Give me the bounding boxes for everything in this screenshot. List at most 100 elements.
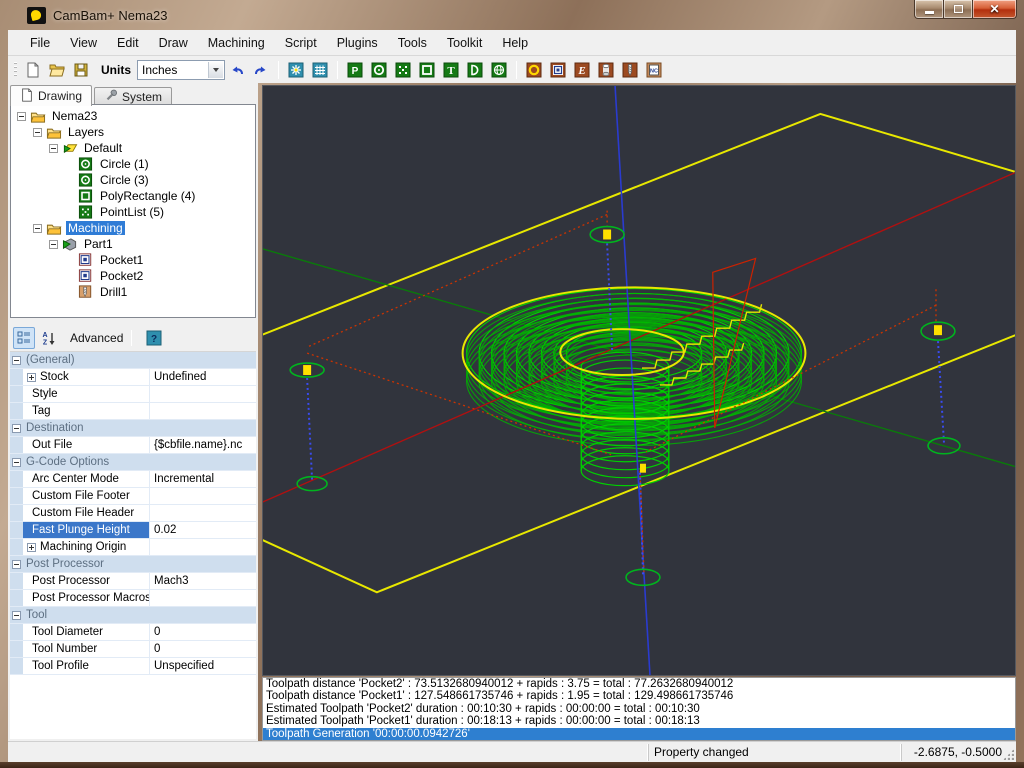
property-value[interactable]: 0 <box>150 624 256 640</box>
property-row[interactable]: Tool Number 0 <box>10 641 256 658</box>
property-value[interactable]: Undefined <box>150 369 256 385</box>
property-name[interactable]: Custom File Header <box>23 505 150 521</box>
log-line[interactable]: Toolpath distance 'Pocket1' : 127.548661… <box>263 690 1015 702</box>
menu-view[interactable]: View <box>60 33 107 53</box>
save-file-button[interactable] <box>70 59 92 81</box>
menu-help[interactable]: Help <box>492 33 538 53</box>
drawing-tree[interactable]: Nema23 Layers Default Circle (1) Circle … <box>10 104 256 318</box>
property-name[interactable]: Fast Plunge Height <box>23 522 150 538</box>
tree-item-pocket1[interactable]: Pocket1 <box>11 252 255 268</box>
property-name[interactable]: Arc Center Mode <box>23 471 150 487</box>
snap-grid-button[interactable] <box>309 59 331 81</box>
redo-button[interactable] <box>250 59 272 81</box>
property-value[interactable] <box>150 505 256 521</box>
property-row[interactable]: Post Processor Mach3 <box>10 573 256 590</box>
menu-plugins[interactable]: Plugins <box>327 33 388 53</box>
property-value[interactable]: Incremental <box>150 471 256 487</box>
menu-file[interactable]: File <box>20 33 60 53</box>
log-line[interactable]: Toolpath distance 'Pocket2' : 73.5132680… <box>263 678 1015 690</box>
log-line[interactable]: Toolpath Generation '00:00:00.0942726' <box>263 728 1015 740</box>
toolbar-grip[interactable] <box>14 62 17 78</box>
expand-icon[interactable] <box>27 543 36 552</box>
property-row[interactable]: Fast Plunge Height 0.02 <box>10 522 256 539</box>
op-engrave-button[interactable]: E <box>571 59 593 81</box>
log-line[interactable]: Estimated Toolpath 'Pocket1' duration : … <box>263 715 1015 727</box>
property-row[interactable]: Tag <box>10 403 256 420</box>
draw-polyline-button[interactable]: P <box>344 59 366 81</box>
collapse-icon[interactable] <box>49 144 58 153</box>
tree-item-circle-1-[interactable]: Circle (1) <box>11 156 255 172</box>
property-category[interactable]: (General) <box>10 352 256 369</box>
property-category[interactable]: Tool <box>10 607 256 624</box>
advanced-button[interactable]: Advanced <box>70 331 123 345</box>
menu-machining[interactable]: Machining <box>198 33 275 53</box>
menu-tools[interactable]: Tools <box>388 33 437 53</box>
draw-pointlist-button[interactable] <box>392 59 414 81</box>
collapse-icon[interactable] <box>12 424 21 433</box>
tree-item-default[interactable]: Default <box>11 140 255 156</box>
property-name[interactable]: Stock <box>23 369 150 385</box>
property-category[interactable]: G-Code Options <box>10 454 256 471</box>
property-name[interactable]: Tool Profile <box>23 658 150 674</box>
op-profile-button[interactable] <box>523 59 545 81</box>
property-name[interactable]: Style <box>23 386 150 402</box>
draw-surface-button[interactable] <box>488 59 510 81</box>
tree-item-machining[interactable]: Machining <box>11 220 255 236</box>
draw-arc-button[interactable] <box>464 59 486 81</box>
tree-item-pointlist-5-[interactable]: PointList (5) <box>11 204 255 220</box>
tree-item-part1[interactable]: Part1 <box>11 236 255 252</box>
categorized-view-button[interactable] <box>13 327 35 349</box>
property-name[interactable]: Post Processor <box>23 573 150 589</box>
op-drill-button[interactable] <box>619 59 641 81</box>
close-button[interactable]: ✕ <box>973 0 1017 19</box>
property-row[interactable]: Tool Profile Unspecified <box>10 658 256 675</box>
collapse-icon[interactable] <box>12 356 21 365</box>
collapse-icon[interactable] <box>17 112 26 121</box>
log-line[interactable]: Estimated Toolpath 'Pocket2' duration : … <box>263 703 1015 715</box>
property-row[interactable]: Machining Origin <box>10 539 256 556</box>
op-gcode-button[interactable]: NC <box>643 59 665 81</box>
property-value[interactable] <box>150 488 256 504</box>
new-file-button[interactable] <box>22 59 44 81</box>
draw-text-button[interactable]: T <box>440 59 462 81</box>
undo-button[interactable] <box>226 59 248 81</box>
property-row[interactable]: Arc Center Mode Incremental <box>10 471 256 488</box>
property-value[interactable] <box>150 590 256 606</box>
property-name[interactable]: Custom File Footer <box>23 488 150 504</box>
property-row[interactable]: Custom File Header <box>10 505 256 522</box>
property-name[interactable]: Tool Diameter <box>23 624 150 640</box>
op-pocket-button[interactable] <box>547 59 569 81</box>
property-value[interactable] <box>150 386 256 402</box>
tree-item-pocket2[interactable]: Pocket2 <box>11 268 255 284</box>
property-row[interactable]: Post Processor Macros <box>10 590 256 607</box>
property-name[interactable]: Machining Origin <box>23 539 150 555</box>
menu-edit[interactable]: Edit <box>107 33 149 53</box>
property-row[interactable]: Out File {$cbfile.name}.nc <box>10 437 256 454</box>
property-value[interactable]: 0 <box>150 641 256 657</box>
tab-system[interactable]: System <box>94 87 172 105</box>
op-lathe-button[interactable] <box>595 59 617 81</box>
viewport-canvas[interactable] <box>262 85 1016 676</box>
title-bar[interactable]: CamBam+ Nema23 ✕ <box>0 0 1024 30</box>
menu-toolkit[interactable]: Toolkit <box>437 33 492 53</box>
property-category[interactable]: Destination <box>10 420 256 437</box>
collapse-icon[interactable] <box>12 560 21 569</box>
tree-item-polyrectangle-4-[interactable]: PolyRectangle (4) <box>11 188 255 204</box>
help-button[interactable]: ? <box>143 327 165 349</box>
collapse-icon[interactable] <box>12 611 21 620</box>
collapse-icon[interactable] <box>49 240 58 249</box>
tree-item-circle-3-[interactable]: Circle (3) <box>11 172 255 188</box>
property-name[interactable]: Tool Number <box>23 641 150 657</box>
collapse-icon[interactable] <box>33 128 42 137</box>
open-file-button[interactable] <box>46 59 68 81</box>
menu-script[interactable]: Script <box>275 33 327 53</box>
property-name[interactable]: Post Processor Macros <box>23 590 150 606</box>
maximize-button[interactable] <box>944 0 973 19</box>
collapse-icon[interactable] <box>33 224 42 233</box>
property-name[interactable]: Tag <box>23 403 150 419</box>
property-grid[interactable]: (General) Stock Undefined Style Tag Dest… <box>10 351 256 739</box>
minimize-button[interactable] <box>914 0 944 19</box>
property-value[interactable]: 0.02 <box>150 522 256 538</box>
property-value[interactable]: Unspecified <box>150 658 256 674</box>
tab-drawing[interactable]: Drawing <box>10 85 92 106</box>
